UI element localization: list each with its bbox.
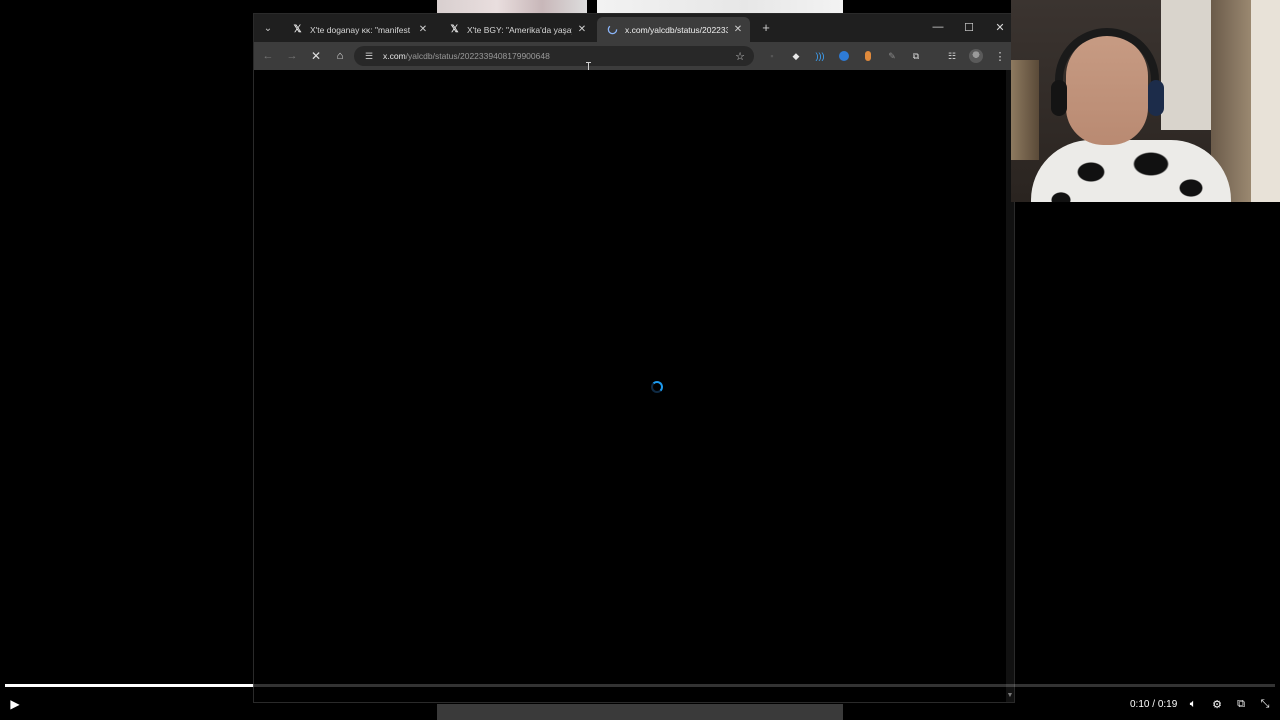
- video-time-display: 0:10 / 0:19: [1130, 699, 1177, 710]
- video-progress-bar[interactable]: [5, 684, 1275, 687]
- time-current: 0:10: [1130, 699, 1150, 710]
- scroll-down-arrow-icon[interactable]: ▼: [1006, 692, 1014, 702]
- video-progress-fill: [5, 684, 253, 687]
- extensions-puzzle-icon[interactable]: ⧉: [909, 49, 923, 63]
- url-host: x.com: [383, 51, 406, 61]
- play-icon[interactable]: ▶: [8, 697, 22, 711]
- settings-gear-icon[interactable]: ⚙: [1210, 697, 1224, 711]
- x-logo-icon: 𝕏: [450, 24, 459, 35]
- headset-earcup: [1051, 80, 1067, 116]
- tab-search-chevron-icon[interactable]: ⌄: [260, 20, 276, 36]
- webcam-background: [1251, 0, 1280, 202]
- background-thumbnail: [437, 0, 587, 14]
- streamer-hoodie: [1031, 140, 1231, 202]
- new-tab-plus-icon[interactable]: +: [758, 19, 774, 35]
- browser-toolbar: ← → ✕ ⌂ ☰ x.com/yalcdb/status/2022339408…: [254, 42, 1014, 70]
- address-url[interactable]: x.com/yalcdb/status/2022339408179900648: [383, 51, 550, 61]
- exit-fullscreen-icon[interactable]: ⤡: [1258, 697, 1272, 711]
- bookmark-star-icon[interactable]: ☆: [732, 48, 748, 64]
- minimize-icon[interactable]: —: [928, 19, 948, 35]
- back-arrow-icon[interactable]: ←: [260, 48, 276, 64]
- headset-earcup: [1148, 80, 1164, 116]
- tab-strip: ⌄ 𝕏 X'te doganay ᴋᴋ: "manifest para ✕ 𝕏 …: [254, 14, 1014, 42]
- tab-yalcdb-status[interactable]: x.com/yalcdb/status/20223394 ✕: [597, 17, 750, 42]
- x-logo-icon: 𝕏: [293, 24, 302, 35]
- background-thumbnail: [437, 704, 843, 720]
- stop-loading-icon[interactable]: ✕: [308, 48, 324, 64]
- popout-player-icon[interactable]: ⧉: [1234, 697, 1248, 711]
- tab-title: X'te doganay ᴋᴋ: "manifest para: [310, 24, 413, 35]
- tab-title: x.com/yalcdb/status/20223394: [625, 24, 728, 35]
- browser-window: ⌄ 𝕏 X'te doganay ᴋᴋ: "manifest para ✕ 𝕏 …: [253, 13, 1015, 703]
- webcam-overlay: [1011, 0, 1280, 202]
- address-bar[interactable]: ☰ x.com/yalcdb/status/202233940817990064…: [354, 46, 754, 66]
- extension-tile-icon[interactable]: ▪: [765, 49, 779, 63]
- background-thumbnail: [597, 0, 843, 14]
- window-close-icon[interactable]: ✕: [990, 19, 1010, 35]
- tab-bgy[interactable]: 𝕏 X'te BGY: "Amerika'da yaşayan ✕: [439, 17, 594, 42]
- extension-orange-icon[interactable]: [861, 49, 875, 63]
- extension-blue-circle-icon[interactable]: [837, 49, 851, 63]
- forward-arrow-icon[interactable]: →: [284, 48, 300, 64]
- headset-icon: [1055, 28, 1159, 108]
- tab-close-icon[interactable]: ✕: [576, 24, 588, 35]
- loading-spinner-icon: [651, 381, 663, 393]
- page-content: [254, 70, 1014, 702]
- tab-close-icon[interactable]: ✕: [417, 24, 429, 35]
- extension-diamond-icon[interactable]: ◆: [789, 49, 803, 63]
- tab-close-icon[interactable]: ✕: [732, 24, 744, 35]
- home-icon[interactable]: ⌂: [332, 48, 348, 64]
- extension-feather-icon[interactable]: ✎: [885, 49, 899, 63]
- time-separator: /: [1149, 699, 1158, 710]
- media-controls-icon[interactable]: ☷: [945, 49, 959, 63]
- url-path: /yalcdb/status/2022339408179900648: [405, 51, 550, 61]
- tab-title: X'te BGY: "Amerika'da yaşayan: [467, 24, 572, 35]
- webcam-background: [1011, 60, 1039, 160]
- volume-icon[interactable]: 🔈︎: [1186, 697, 1200, 711]
- tab-doganay[interactable]: 𝕏 X'te doganay ᴋᴋ: "manifest para ✕: [282, 17, 435, 42]
- site-info-tune-icon[interactable]: ☰: [363, 50, 375, 62]
- extension-audio-wave-icon[interactable]: ))): [813, 49, 827, 63]
- time-total: 0:19: [1157, 699, 1178, 710]
- profile-avatar[interactable]: [969, 49, 983, 63]
- browser-menu-icon[interactable]: ⋮: [994, 48, 1006, 64]
- loading-globe-icon: [607, 24, 618, 35]
- maximize-icon[interactable]: ☐: [959, 19, 979, 35]
